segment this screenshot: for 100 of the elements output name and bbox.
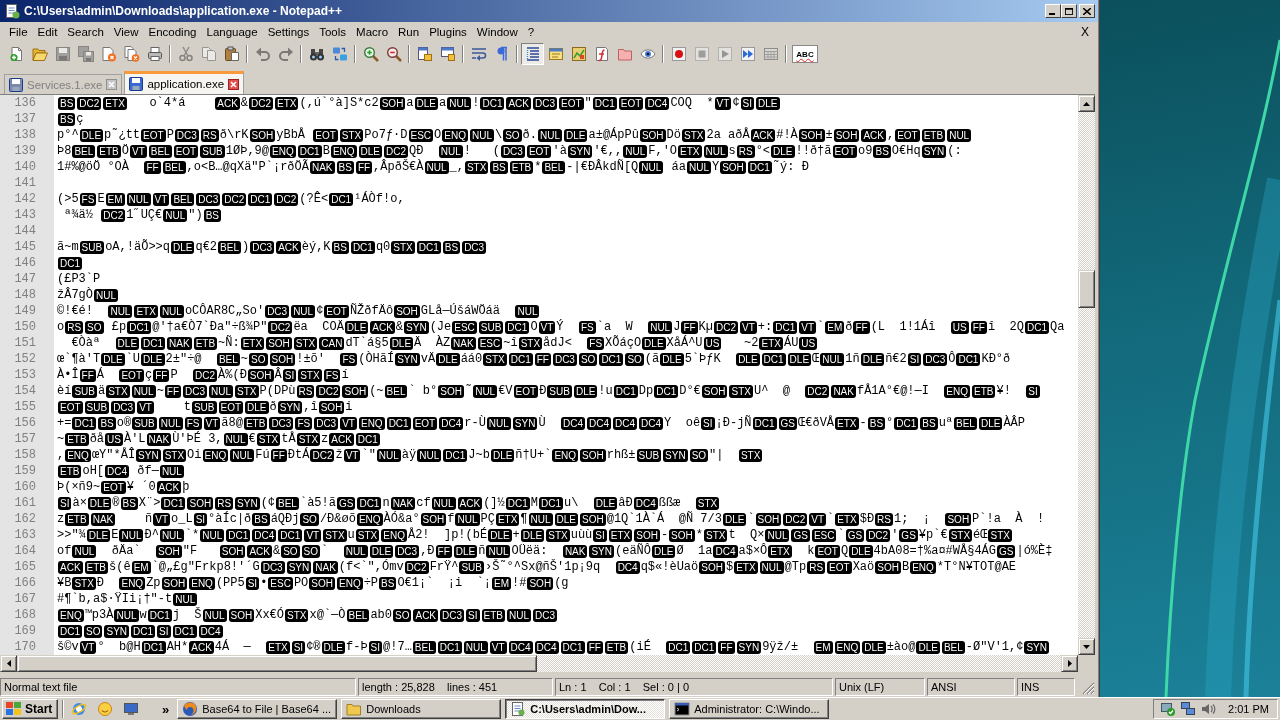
code-text: t Q× bbox=[728, 527, 765, 543]
code-text: ~ bbox=[156, 383, 164, 399]
control-character-badge: ETB bbox=[481, 608, 505, 622]
control-character-badge: NUL bbox=[447, 96, 472, 110]
indent-guide-button[interactable] bbox=[521, 43, 544, 65]
control-character-badge: ENQ bbox=[202, 448, 229, 462]
control-character-badge: SOH bbox=[394, 304, 420, 318]
control-character-badge: DC1 bbox=[350, 240, 375, 254]
redo-icon bbox=[277, 46, 294, 62]
control-character-badge: BS bbox=[867, 416, 886, 430]
control-character-badge: NUL bbox=[639, 160, 664, 174]
control-character-badge: SO bbox=[503, 128, 522, 142]
close-icon[interactable] bbox=[106, 79, 118, 90]
menu-item[interactable]: Window bbox=[471, 24, 523, 39]
text-area[interactable] bbox=[54, 95, 1078, 655]
code-text: ! bbox=[472, 95, 480, 111]
line-number: 151 bbox=[14, 335, 36, 351]
control-character-badge: SO bbox=[300, 512, 319, 526]
menu-item[interactable]: Edit bbox=[32, 24, 63, 39]
code-text: Qa bbox=[1050, 319, 1065, 335]
control-character-badge: SI bbox=[740, 96, 755, 110]
code-text: ,î bbox=[303, 399, 318, 415]
control-character-badge: DC4 bbox=[615, 560, 640, 574]
taskbar-button[interactable]: C:\Users\admin\Dow... bbox=[505, 699, 666, 719]
file-tab[interactable]: application.exe bbox=[124, 71, 245, 94]
control-character-badge: SUB bbox=[636, 448, 662, 462]
network-icon[interactable] bbox=[1180, 701, 1197, 717]
computer-check-icon[interactable] bbox=[1160, 701, 1177, 717]
control-character-badge: GS bbox=[899, 528, 918, 542]
menu-item[interactable]: Run bbox=[393, 24, 425, 39]
control-character-badge: BEL bbox=[941, 640, 965, 654]
control-character-badge: ETX bbox=[103, 96, 127, 110]
menu-item[interactable]: Tools bbox=[314, 24, 352, 39]
control-character-badge: BS bbox=[203, 208, 221, 222]
binoculars-icon bbox=[308, 46, 325, 62]
scroll-up-button[interactable] bbox=[1078, 95, 1095, 112]
control-character-badge: DC4 bbox=[613, 416, 638, 430]
spell-check-button[interactable]: ABC bbox=[792, 45, 818, 63]
speaker-icon[interactable] bbox=[1200, 701, 1217, 717]
taskbar-button[interactable]: Downloads bbox=[341, 699, 502, 719]
close-document-button[interactable]: X bbox=[1078, 24, 1092, 39]
scroll-right-button[interactable] bbox=[1061, 655, 1078, 672]
more-button[interactable]: » bbox=[158, 701, 174, 717]
control-character-badge: SYN bbox=[663, 448, 688, 462]
control-character-badge: BEL bbox=[72, 144, 96, 158]
control-character-badge: SYN bbox=[921, 144, 947, 158]
menu-item[interactable]: Search bbox=[62, 24, 109, 39]
control-character-badge: SOH bbox=[219, 544, 246, 558]
code-text: 1˝UÇ€ bbox=[126, 207, 163, 223]
code-text: (L 1!1Áî bbox=[870, 319, 937, 335]
code-text: a$×Ô bbox=[738, 543, 768, 559]
code-text: €Òàª bbox=[70, 335, 102, 351]
clock-text: 2:01 PM bbox=[1228, 703, 1269, 715]
resize-grip-icon[interactable] bbox=[1081, 681, 1095, 695]
maximize-button[interactable] bbox=[1061, 4, 1077, 18]
code-text: °àÍc|ð bbox=[208, 511, 252, 527]
horizontal-scrollbar[interactable] bbox=[0, 655, 1078, 672]
close-button[interactable] bbox=[1079, 4, 1095, 18]
menu-item[interactable]: Encoding bbox=[143, 24, 202, 39]
code-text: èý,K bbox=[301, 239, 331, 255]
menu-item[interactable]: Plugins bbox=[424, 24, 472, 39]
menu-item[interactable]: Language bbox=[201, 24, 263, 39]
scrollbar-thumb[interactable] bbox=[1078, 270, 1095, 308]
taskbar-button[interactable]: Administrator: C:\Windo... bbox=[669, 699, 830, 719]
code-text: ¥B bbox=[57, 575, 72, 591]
menu-item[interactable]: File bbox=[4, 24, 33, 39]
control-character-badge: SO bbox=[689, 448, 709, 462]
scroll-left-button[interactable] bbox=[0, 655, 17, 672]
control-character-badge: DC2 bbox=[193, 368, 218, 382]
start-button[interactable]: Start bbox=[2, 699, 58, 719]
line-number: 143 bbox=[14, 207, 36, 223]
control-character-badge: DC1 bbox=[613, 384, 638, 398]
control-character-badge: NUL bbox=[114, 608, 139, 622]
code-text: Â bbox=[274, 367, 282, 383]
close-icon[interactable] bbox=[228, 78, 240, 90]
control-character-badge: NUL bbox=[223, 432, 248, 446]
code-text: à× bbox=[72, 495, 87, 511]
menu-item[interactable]: Macro bbox=[351, 24, 394, 39]
code-text: À•Î bbox=[57, 367, 79, 383]
minimize-button[interactable] bbox=[1045, 4, 1061, 18]
folder-icon bbox=[31, 46, 48, 62]
scrollbar-thumb[interactable] bbox=[17, 655, 537, 672]
control-character-badge: DLE bbox=[642, 336, 666, 350]
zoom-in-icon bbox=[362, 46, 379, 62]
scroll-down-button[interactable] bbox=[1078, 638, 1095, 655]
code-text: x@`—Ò bbox=[309, 607, 346, 623]
control-character-badge: FF bbox=[681, 320, 698, 334]
control-character-badge: FF bbox=[435, 544, 452, 558]
menu-item[interactable]: ? bbox=[522, 24, 540, 39]
menu-item[interactable]: View bbox=[108, 24, 144, 39]
code-text: P bbox=[170, 367, 179, 383]
control-character-badge: ETB bbox=[65, 512, 89, 526]
code-text: ÷P bbox=[363, 575, 379, 591]
menu-item[interactable]: Settings bbox=[262, 24, 315, 39]
taskbar-button[interactable]: Base64 to File | Base64 ... bbox=[177, 699, 338, 719]
control-character-badge: SOH bbox=[379, 96, 406, 110]
code-text: 'à bbox=[552, 143, 567, 159]
control-character-badge: ACK bbox=[750, 128, 776, 142]
vertical-scrollbar[interactable] bbox=[1078, 95, 1095, 655]
line-number: 153 bbox=[14, 367, 36, 383]
